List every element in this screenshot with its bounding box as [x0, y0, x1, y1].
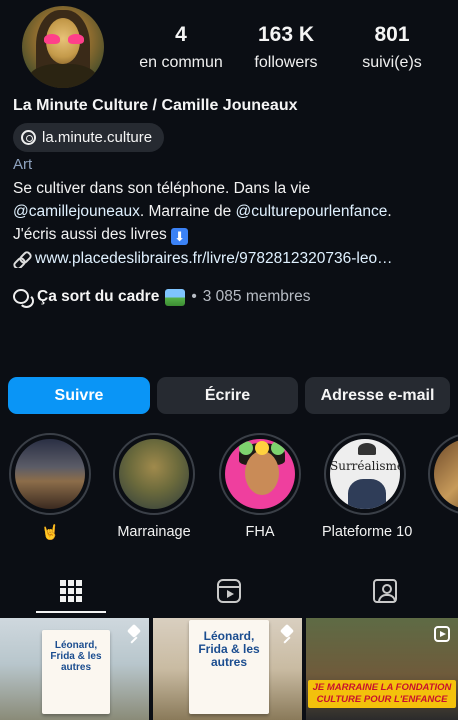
threads-icon [21, 130, 36, 145]
highlight-cover-museum [15, 439, 85, 509]
pin-icon [280, 626, 294, 644]
tagged-person-icon [373, 579, 397, 603]
active-tab-indicator [36, 611, 106, 613]
message-button[interactable]: Écrire [157, 377, 298, 414]
threads-badge[interactable]: la.minute.culture [13, 123, 165, 152]
book-title: Léonard, Frida & les autres [50, 640, 102, 673]
profile-tabs [0, 566, 458, 616]
book-title: Léonard, Frida & les autres [198, 629, 260, 669]
book-cover: Léonard, Frida & les autres [189, 620, 269, 714]
highlight-cover-surrealism: Surréalisme [330, 439, 400, 509]
stat-followers-label: followers [254, 54, 318, 71]
email-button[interactable]: Adresse e-mail [305, 377, 450, 414]
mention-culturepourlenfance[interactable]: @culturepourlenfance [236, 203, 388, 220]
post-banner: JE MARRAINE LA FONDATION CULTURE POUR L'… [308, 680, 456, 708]
highlight-cover-partial [434, 439, 458, 509]
bio-books-text: J'écris aussi des livres [13, 226, 172, 243]
post-tile[interactable]: JE MARRAINE LA FONDATION CULTURE POUR L'… [306, 618, 458, 720]
stat-mutual-label: en commun [139, 54, 223, 71]
stat-following-value: 801 [374, 23, 410, 46]
bio-text-end: . [387, 203, 392, 220]
stat-mutual[interactable]: 4 en commun [130, 22, 232, 74]
channel-title: Ça sort du cadre [37, 288, 160, 305]
highlight-item[interactable]: Marrainage [111, 433, 197, 540]
surrealism-text: Surréalisme [330, 459, 400, 473]
posts-grid: Léonard, Frida & les autres Léonard, Fri… [0, 618, 458, 720]
stat-followers-value: 163 K [257, 23, 315, 46]
stat-following-label: suivi(e)s [362, 54, 422, 71]
highlight-item[interactable]: Surréalisme Plateforme 10 [322, 433, 413, 540]
broadcast-channel[interactable]: Ça sort du cadre • 3 085 membres [13, 288, 311, 308]
tab-tagged[interactable] [314, 566, 456, 616]
link-icon [13, 251, 29, 267]
highlight-label: S [426, 524, 458, 540]
framed-picture-icon [165, 288, 186, 306]
reel-badge-icon [434, 626, 450, 642]
channel-bubbles-icon [13, 289, 34, 308]
profile-category: Art [13, 156, 33, 173]
heart-glasses-icon [42, 34, 86, 44]
frida-face [245, 451, 279, 495]
profile-avatar[interactable] [22, 6, 104, 88]
post-tile[interactable]: Léonard, Frida & les autres [153, 618, 302, 720]
suit-figure [348, 479, 386, 509]
bio-line-3: J'écris aussi des livres ⬇ [13, 223, 453, 246]
profile-header: 4 en commun 163 K followers 801 suivi(e)… [0, 0, 458, 96]
story-highlights: 🤘 Marrainage FHA Surréalisme Plateforme … [0, 433, 458, 548]
highlight-cover-frida [225, 439, 295, 509]
mention-camillejouneaux[interactable]: @camillejouneaux [13, 203, 140, 220]
profile-link[interactable]: www.placedeslibraires.fr/livre/978281232… [13, 250, 453, 268]
highlight-label: 🤘 [40, 525, 60, 541]
highlight-label: Marrainage [117, 524, 191, 540]
tab-grid[interactable] [0, 566, 142, 616]
flower-icon [239, 441, 253, 455]
reels-icon [217, 579, 241, 603]
grid-icon [60, 580, 82, 602]
channel-members: 3 085 membres [202, 288, 311, 305]
bio-line-1: Se cultiver dans son téléphone. Dans la … [13, 180, 311, 197]
highlight-label: Plateforme 10 [322, 524, 413, 540]
post-tile[interactable]: Léonard, Frida & les autres [0, 618, 149, 720]
channel-separator: • [191, 288, 197, 305]
avatar-body [28, 64, 98, 88]
highlight-cover-sculpture [119, 439, 189, 509]
stat-followers[interactable]: 163 K followers [240, 22, 332, 74]
profile-bio: Se cultiver dans son téléphone. Dans la … [13, 177, 453, 246]
down-arrow-emoji-icon: ⬇ [171, 228, 189, 245]
highlight-item[interactable]: S [426, 433, 458, 540]
bio-line-2: @camillejouneaux. Marraine de @culturepo… [13, 200, 453, 223]
follow-button[interactable]: Suivre [8, 377, 150, 414]
stat-following[interactable]: 801 suivi(e)s [350, 22, 434, 74]
tab-reels[interactable] [158, 566, 300, 616]
highlight-label: FHA [245, 524, 275, 540]
profile-name: La Minute Culture / Camille Jouneaux [13, 97, 298, 114]
threads-handle: la.minute.culture [42, 129, 153, 146]
profile-link-text[interactable]: www.placedeslibraires.fr/livre/978281232… [35, 250, 393, 268]
highlight-item[interactable]: 🤘 [7, 433, 93, 541]
highlight-item[interactable]: FHA [217, 433, 303, 540]
flower-icon [255, 441, 269, 455]
pin-icon [127, 626, 141, 644]
bio-text-mid: . Marraine de [139, 203, 236, 220]
book-cover: Léonard, Frida & les autres [42, 630, 110, 714]
bowler-hat-icon [358, 443, 376, 455]
stat-mutual-value: 4 [175, 23, 187, 46]
flower-icon [271, 441, 285, 455]
